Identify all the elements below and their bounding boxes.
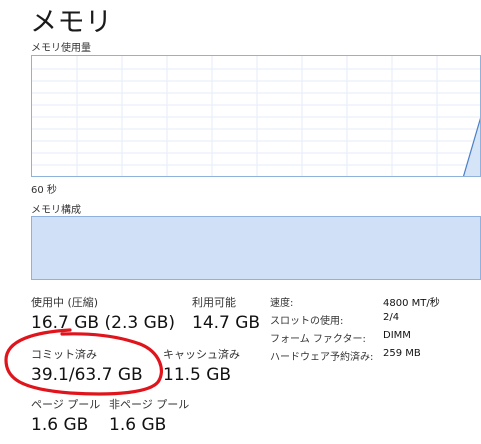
speed-value: 4800 MT/秒 xyxy=(383,298,440,309)
available-label: 利用可能 xyxy=(192,296,236,309)
paged-pool-label: ページ プール xyxy=(31,398,101,411)
nonpaged-pool-label: 非ページ プール xyxy=(109,398,190,411)
paged-pool-value: 1.6 GB xyxy=(31,415,89,435)
available-value: 14.7 GB xyxy=(192,313,261,333)
hardware-reserved-value: 259 MB xyxy=(383,348,421,359)
form-factor-value: DIMM xyxy=(383,330,411,341)
form-factor-label: フォーム ファクター: xyxy=(270,334,366,345)
memory-composition-bar xyxy=(31,216,481,280)
cached-label: キャッシュ済み xyxy=(163,348,240,361)
graph-time-label: 60 秒 xyxy=(31,185,57,196)
committed-value: 39.1/63.7 GB xyxy=(31,365,143,385)
slots-label: スロットの使用: xyxy=(270,316,344,327)
in-use-label: 使用中 (圧縮) xyxy=(31,296,99,309)
committed-label: コミット済み xyxy=(31,348,97,361)
cached-value: 11.5 GB xyxy=(163,365,232,385)
memory-usage-graph xyxy=(31,55,481,177)
slots-value: 2/4 xyxy=(383,312,400,323)
hardware-reserved-label: ハードウェア予約済み: xyxy=(270,352,374,363)
memory-composition-label: メモリ構成 xyxy=(31,205,81,216)
memory-usage-label: メモリ使用量 xyxy=(31,43,91,54)
nonpaged-pool-value: 1.6 GB xyxy=(109,415,167,435)
speed-label: 速度: xyxy=(270,298,294,309)
page-title: メモリ xyxy=(30,7,113,38)
in-use-value: 16.7 GB (2.3 GB) xyxy=(31,313,176,333)
memory-usage-graph-svg xyxy=(32,56,480,176)
